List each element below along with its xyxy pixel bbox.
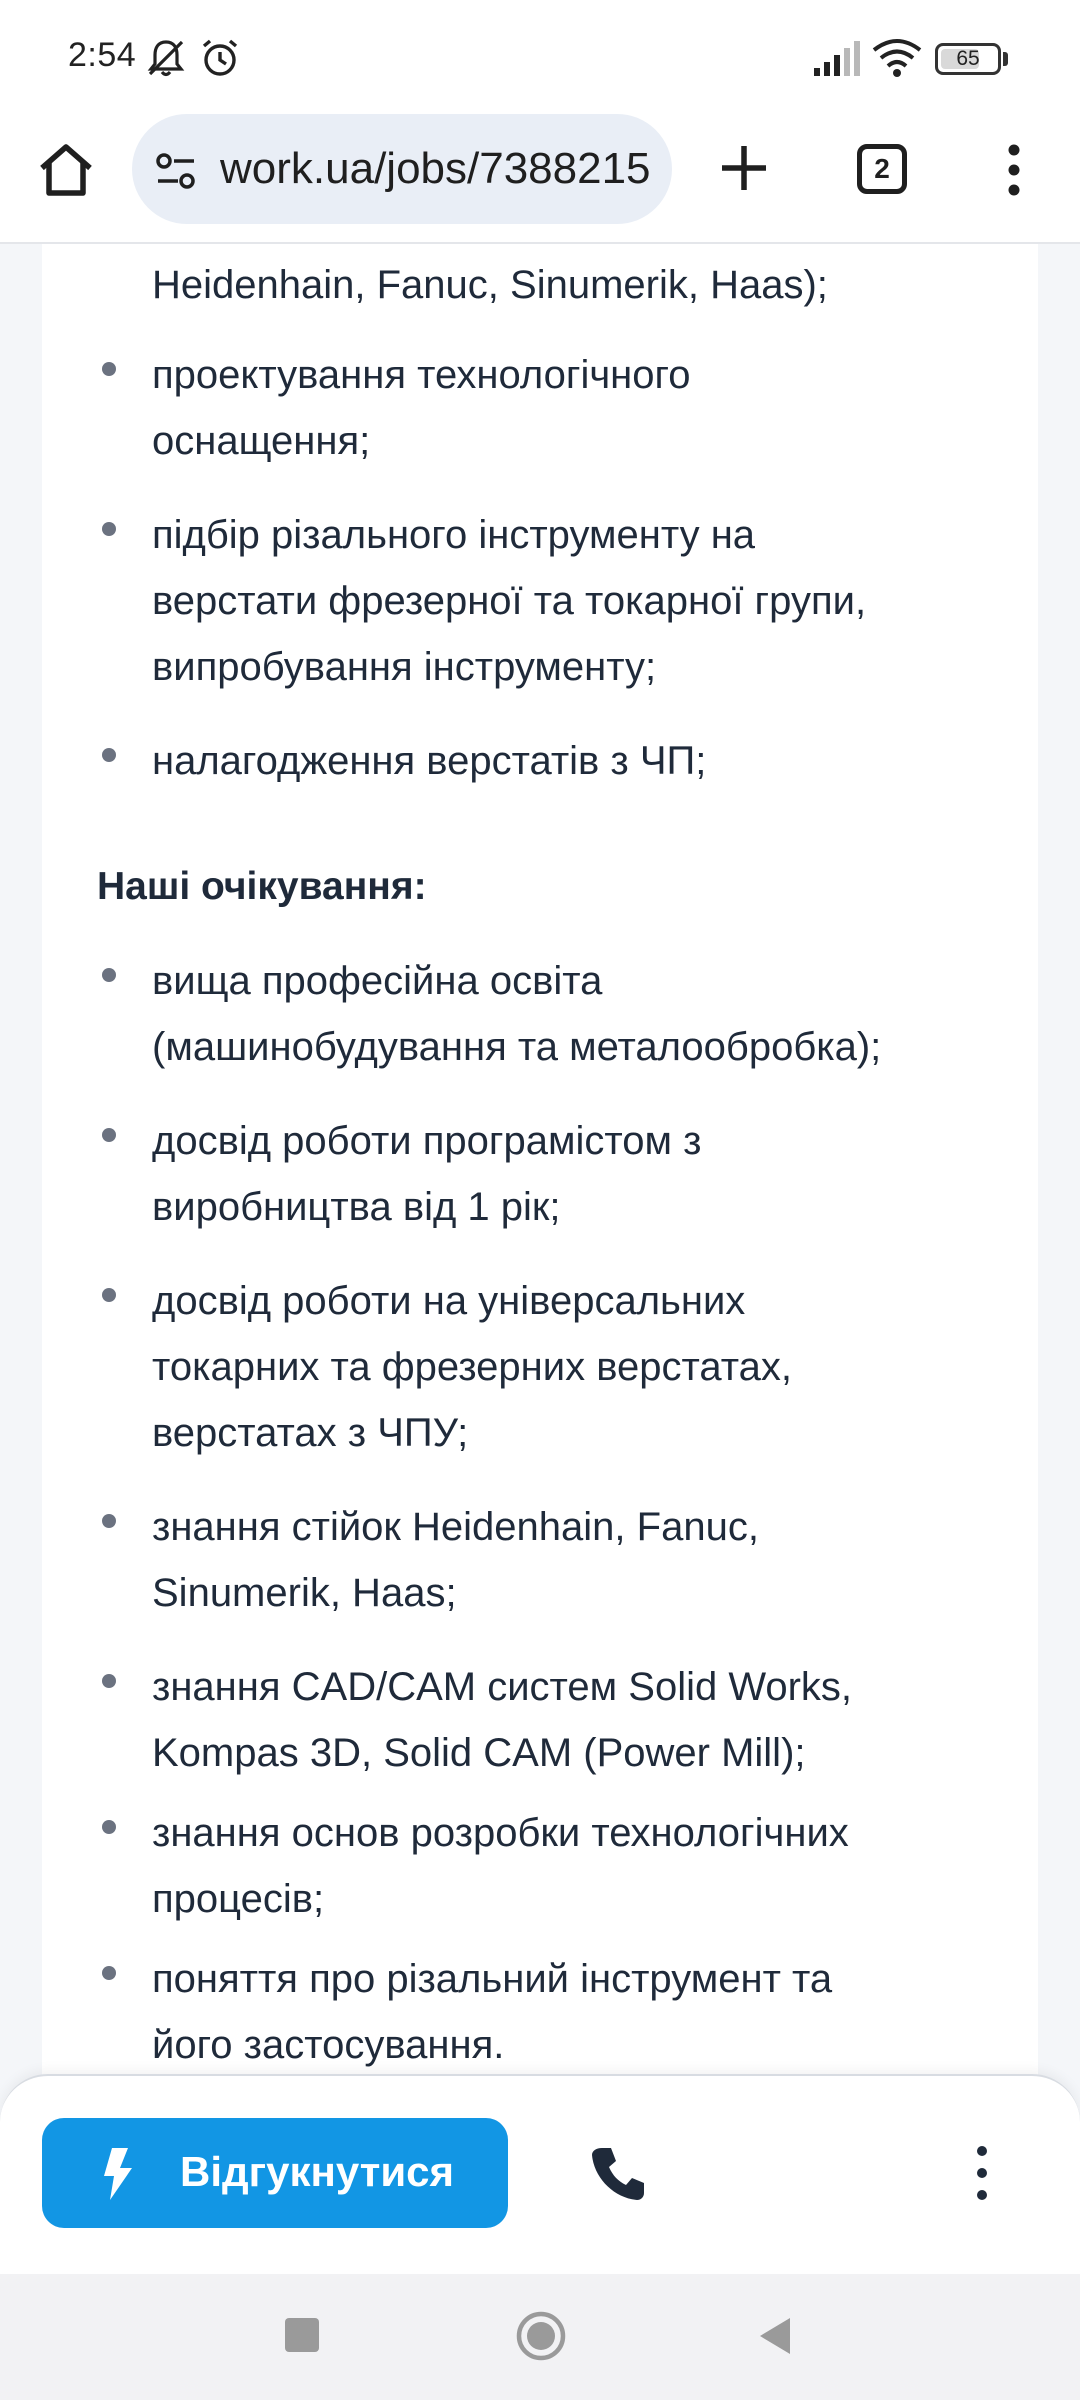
list-item-text: знання основ розробки технологічних	[152, 1811, 849, 1855]
battery-icon: 65	[935, 43, 1001, 75]
mute-icon	[147, 40, 185, 77]
list-item-text: верстатах з ЧПУ;	[152, 1411, 469, 1455]
status-time: 2:54	[68, 36, 137, 74]
list-item-text: налагодження верстатів з ЧП;	[152, 739, 707, 783]
bullet-dot	[102, 748, 116, 762]
job-description-card: Heidenhain, Fanuc, Sinumerik, Haas); про…	[42, 244, 1038, 2104]
alarm-icon	[202, 39, 238, 76]
list-item-text: досвід роботи програмістом з	[152, 1119, 702, 1163]
site-settings-icon[interactable]	[154, 149, 198, 193]
list-item-text: знання CAD/CAM систем Solid Works,	[152, 1665, 853, 1709]
recents-icon[interactable]	[285, 2318, 319, 2352]
url-text[interactable]: work.ua/jobs/7388215	[220, 144, 660, 194]
address-bar[interactable]: work.ua/jobs/7388215	[132, 114, 672, 224]
bullet-dot	[102, 968, 116, 982]
list-item-text: виробництва від 1 рік;	[152, 1185, 561, 1229]
list-item-text: токарних та фрезерних верстатах,	[152, 1345, 792, 1389]
list-item-text: поняття про різальний інструмент та	[152, 1957, 833, 2001]
status-bar: 2:54 65	[0, 0, 1080, 110]
tab-switcher-button[interactable]: 2	[857, 144, 907, 194]
list-item-text: випробування інструменту;	[152, 645, 657, 689]
list-item-text: процесів;	[152, 1877, 325, 1921]
bullet-dot	[102, 1820, 116, 1834]
apply-button[interactable]: Відгукнутися	[42, 2118, 508, 2228]
list-item-text: проектування технологічного	[152, 353, 691, 397]
phone-icon[interactable]	[588, 2144, 648, 2204]
bullet-dot	[102, 522, 116, 536]
list-item-text: його застосування.	[152, 2023, 505, 2067]
bullet-dot	[102, 1966, 116, 1980]
list-item-text: вища професійна освіта	[152, 959, 603, 1003]
list-item-text: Sinumerik, Haas;	[152, 1571, 457, 1615]
nav-home-icon[interactable]	[515, 2310, 567, 2362]
tab-count: 2	[874, 153, 890, 184]
browser-toolbar: work.ua/jobs/7388215 2	[0, 110, 1080, 244]
list-item-text: підбір різального інструменту на	[152, 513, 756, 557]
list-item-continuation: Heidenhain, Fanuc, Sinumerik, Haas);	[152, 263, 828, 307]
battery-level: 65	[956, 47, 980, 70]
browser-menu-icon[interactable]	[996, 138, 1032, 202]
signal-icon	[814, 41, 860, 76]
list-item-text: верстати фрезерної та токарної групи,	[152, 579, 867, 623]
section-heading-expectations: Наші очікування:	[97, 865, 427, 908]
wifi-icon	[872, 39, 922, 77]
apply-button-label: Відгукнутися	[180, 2148, 455, 2195]
list-item-text: оснащення;	[152, 419, 371, 463]
more-options-icon[interactable]	[970, 2142, 994, 2204]
job-action-bar: Відгукнутися	[0, 2074, 1080, 2274]
bullet-dot	[102, 1674, 116, 1688]
home-icon[interactable]	[34, 138, 98, 202]
back-icon[interactable]	[754, 2314, 794, 2358]
list-item-text: досвід роботи на універсальних	[152, 1279, 746, 1323]
bullet-dot	[102, 1288, 116, 1302]
bullet-dot	[102, 362, 116, 376]
new-tab-icon[interactable]	[712, 136, 776, 200]
list-item-text: (машинобудування та металообробка);	[152, 1025, 882, 1069]
list-item-text: знання стійок Heidenhain, Fanuc,	[152, 1505, 759, 1549]
list-item-text: Kompas 3D, Solid CAM (Power Mill);	[152, 1731, 806, 1775]
lightning-icon	[104, 2148, 132, 2200]
bullet-dot	[102, 1514, 116, 1528]
bullet-dot	[102, 1128, 116, 1142]
system-navigation-bar	[0, 2274, 1080, 2400]
